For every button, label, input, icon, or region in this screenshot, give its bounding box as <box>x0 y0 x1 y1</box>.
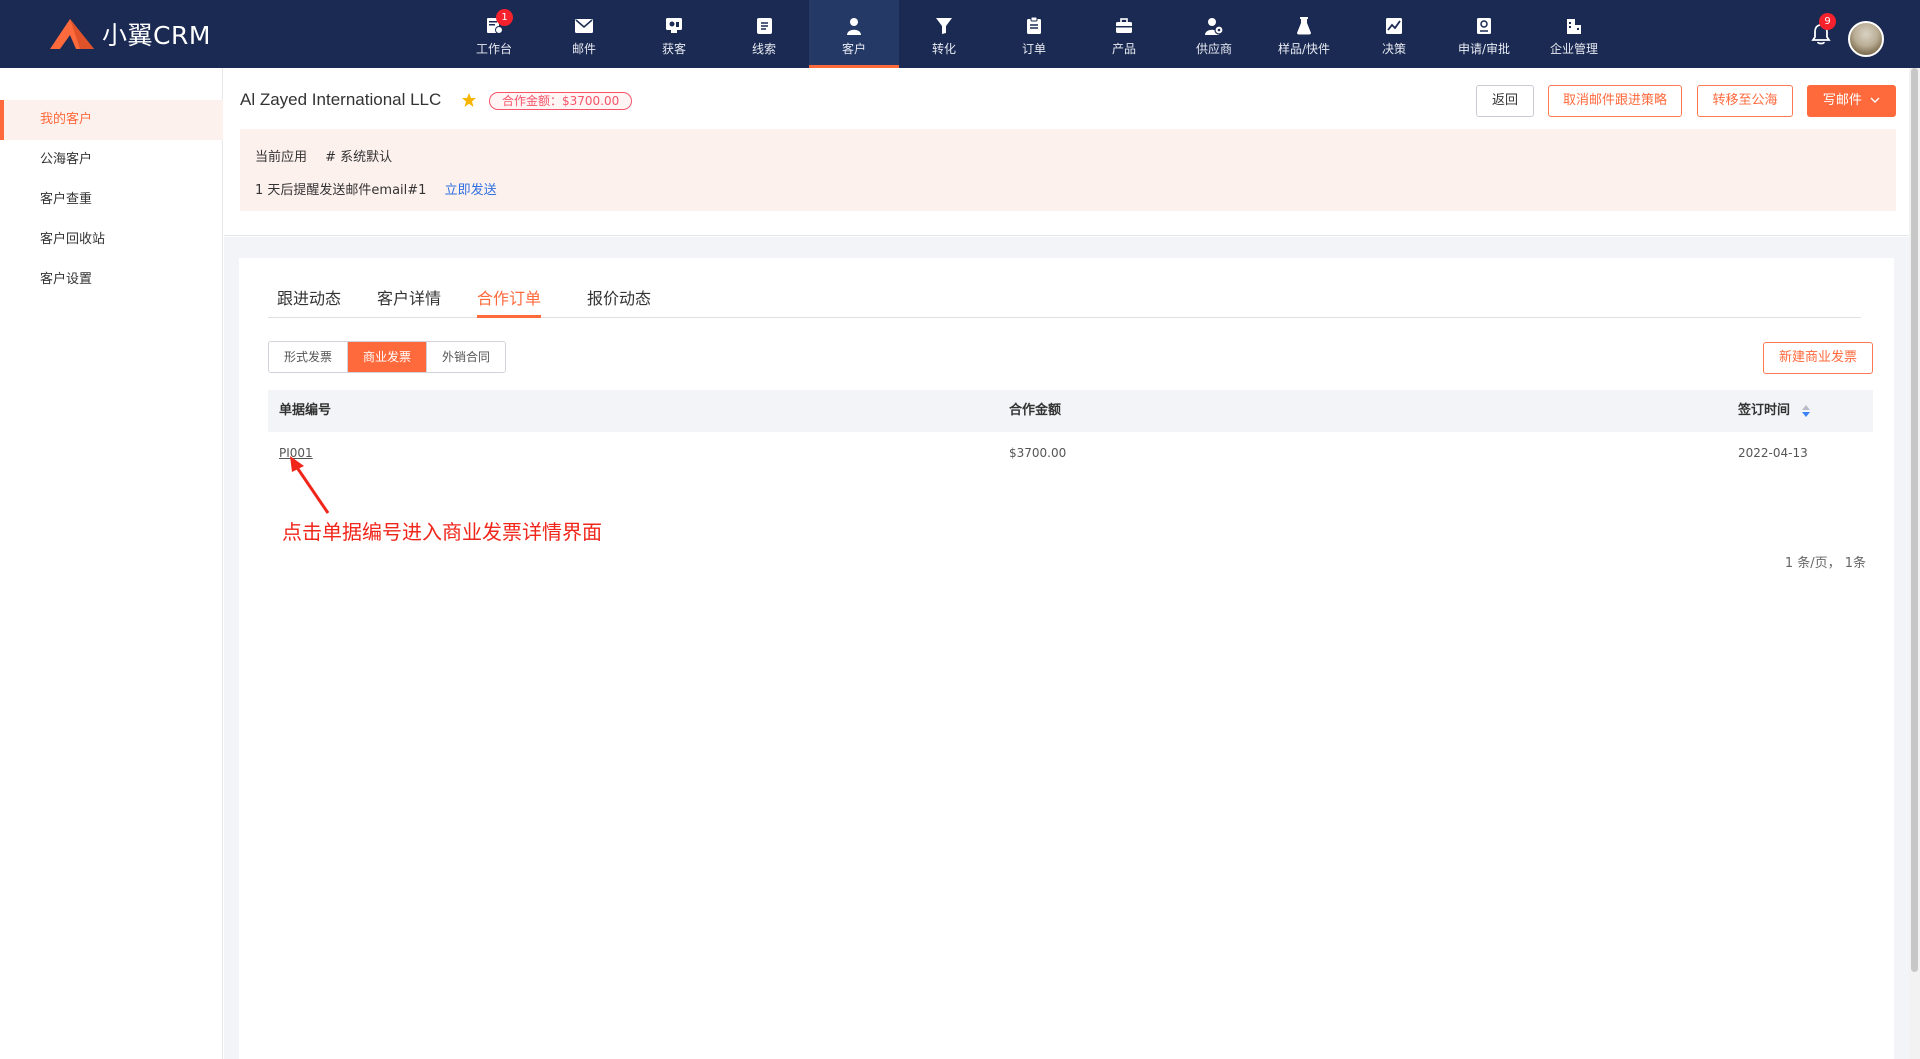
column-header-signed-label: 签订时间 <box>1738 403 1791 418</box>
amount-tag: 合作金额：$3700.00 <box>489 92 633 110</box>
approval-icon <box>1473 15 1495 37</box>
customer-name: Al Zayed International LLC <box>240 90 442 109</box>
transfer-to-public-button[interactable]: 转移至公海 <box>1697 85 1793 117</box>
cancel-strategy-button[interactable]: 取消邮件跟进策略 <box>1548 85 1682 117</box>
mail-icon <box>573 15 595 37</box>
nav-label: 订单 <box>1021 42 1046 56</box>
user-avatar[interactable] <box>1848 21 1884 57</box>
strategy-notice: 当前应用 # 系统默认 1 天后提醒发送邮件email#1 立即发送 <box>240 129 1896 211</box>
tab-customer-details[interactable]: 客户详情 <box>377 286 441 318</box>
page-scrollbar[interactable] <box>1909 68 1920 1059</box>
funnel-icon <box>933 15 955 37</box>
customer-header: Al Zayed International LLC 合作金额：$3700.00… <box>224 68 1909 236</box>
subtab-proforma-invoice[interactable]: 形式发票 <box>269 342 349 372</box>
nav-label: 决策 <box>1381 42 1406 56</box>
logo-text: 小翼CRM <box>102 21 211 50</box>
table-header: 单据编号 合作金额 签订时间 <box>268 390 1873 432</box>
current-app-label: 当前应用 <box>255 150 308 165</box>
write-mail-label: 写邮件 <box>1822 93 1862 108</box>
nav-label: 工作台 <box>475 42 512 56</box>
order-icon <box>1023 15 1045 37</box>
leads-icon <box>753 15 775 37</box>
nav-item-acquire[interactable]: 获客 <box>629 0 719 68</box>
chevron-down-icon <box>1870 97 1880 103</box>
product-icon <box>1113 15 1135 37</box>
notification-badge: 9 <box>1819 13 1836 30</box>
sidebar-item-duplicate-check[interactable]: 客户查重 <box>0 180 223 220</box>
nav-item-supplier[interactable]: 供应商 <box>1169 0 1259 68</box>
nav-item-mail[interactable]: 邮件 <box>539 0 629 68</box>
acquire-icon <box>663 15 685 37</box>
nav-item-approval[interactable]: 申请/审批 <box>1439 0 1529 68</box>
nav-label: 转化 <box>931 42 956 56</box>
detail-tabs: 跟进动态 客户详情 合作订单 报价动态 <box>268 286 1861 318</box>
nav-label: 客户 <box>841 42 866 56</box>
current-app-line: 当前应用 # 系统默认 <box>255 146 392 165</box>
nav-label: 邮件 <box>571 42 596 56</box>
reminder-line: 1 天后提醒发送邮件email#1 立即发送 <box>255 179 497 198</box>
column-header-amount: 合作金额 <box>1009 403 1062 418</box>
nav-item-customer[interactable]: 客户 <box>809 0 899 68</box>
sidebar-item-public-customers[interactable]: 公海客户 <box>0 140 223 180</box>
invoice-table: 单据编号 合作金额 签订时间 PI001 $3700.00 2022-04-13 <box>268 390 1873 474</box>
scroll-thumb[interactable] <box>1911 68 1918 972</box>
invoice-signed-date: 2022-04-13 <box>1738 446 1808 460</box>
sidebar-item-my-customers[interactable]: 我的客户 <box>0 100 223 140</box>
pagination-info: 1 条/页， 1条 <box>1784 556 1866 571</box>
top-nav-bar: 小翼CRM 工作台 1 邮件 获客 线索 客户 转化 订单 产品 供应商 样品/… <box>0 0 1920 68</box>
invoice-type-switch: 形式发票 商业发票 外销合同 <box>268 341 507 373</box>
sort-icon[interactable] <box>1801 404 1811 418</box>
app-logo[interactable]: 小翼CRM <box>48 14 211 54</box>
customer-icon <box>843 15 865 37</box>
nav-item-sample[interactable]: 样品/快件 <box>1259 0 1349 68</box>
table-row: PI001 $3700.00 2022-04-13 <box>268 432 1873 474</box>
nav-label: 样品/快件 <box>1277 42 1331 56</box>
nav-item-decision[interactable]: 决策 <box>1349 0 1439 68</box>
sample-icon <box>1293 15 1315 37</box>
main-nav: 工作台 1 邮件 获客 线索 客户 转化 订单 产品 供应商 样品/快件 决策 … <box>449 0 1619 68</box>
write-mail-button[interactable]: 写邮件 <box>1807 85 1896 117</box>
enterprise-icon <box>1563 15 1585 37</box>
nav-item-enterprise[interactable]: 企业管理 <box>1529 0 1619 68</box>
nav-item-conversion[interactable]: 转化 <box>899 0 989 68</box>
content-card <box>239 258 1894 1059</box>
nav-item-workbench[interactable]: 工作台 1 <box>449 0 539 68</box>
supplier-icon <box>1203 15 1225 37</box>
sidebar: 我的客户 公海客户 客户查重 客户回收站 客户设置 <box>0 68 223 1059</box>
send-now-link[interactable]: 立即发送 <box>445 183 497 198</box>
star-icon[interactable] <box>461 92 477 108</box>
chart-icon <box>1383 15 1405 37</box>
nav-label: 供应商 <box>1195 42 1232 56</box>
tab-follow-up[interactable]: 跟进动态 <box>277 286 341 318</box>
reminder-text: 1 天后提醒发送邮件email#1 <box>255 183 427 198</box>
current-app-value: # 系统默认 <box>325 150 393 165</box>
back-button[interactable]: 返回 <box>1476 85 1534 117</box>
column-header-signed[interactable]: 签订时间 <box>1738 390 1811 432</box>
tab-quote-activity[interactable]: 报价动态 <box>587 286 651 318</box>
tab-cooperation-orders[interactable]: 合作订单 <box>477 286 542 318</box>
annotation-text: 点击单据编号进入商业发票详情界面 <box>282 520 602 544</box>
sidebar-item-recycle-bin[interactable]: 客户回收站 <box>0 220 223 260</box>
nav-label: 申请/审批 <box>1457 42 1511 56</box>
nav-label: 企业管理 <box>1549 42 1598 56</box>
notification-button[interactable]: 9 <box>1810 13 1836 46</box>
invoice-amount: $3700.00 <box>1009 446 1067 460</box>
column-header-code: 单据编号 <box>279 403 332 418</box>
nav-badge: 1 <box>496 9 513 26</box>
nav-label: 产品 <box>1111 42 1136 56</box>
new-commercial-invoice-button[interactable]: 新建商业发票 <box>1763 342 1873 374</box>
nav-label: 线索 <box>751 42 776 56</box>
nav-label: 获客 <box>661 42 686 56</box>
annotation-arrow-icon <box>290 456 330 514</box>
nav-item-product[interactable]: 产品 <box>1079 0 1169 68</box>
nav-item-order[interactable]: 订单 <box>989 0 1079 68</box>
subtab-sales-contract[interactable]: 外销合同 <box>427 342 506 372</box>
subtab-commercial-invoice[interactable]: 商业发票 <box>348 342 428 372</box>
sidebar-item-settings[interactable]: 客户设置 <box>0 260 223 300</box>
logo-mountain-icon <box>50 19 94 49</box>
nav-item-leads[interactable]: 线索 <box>719 0 809 68</box>
